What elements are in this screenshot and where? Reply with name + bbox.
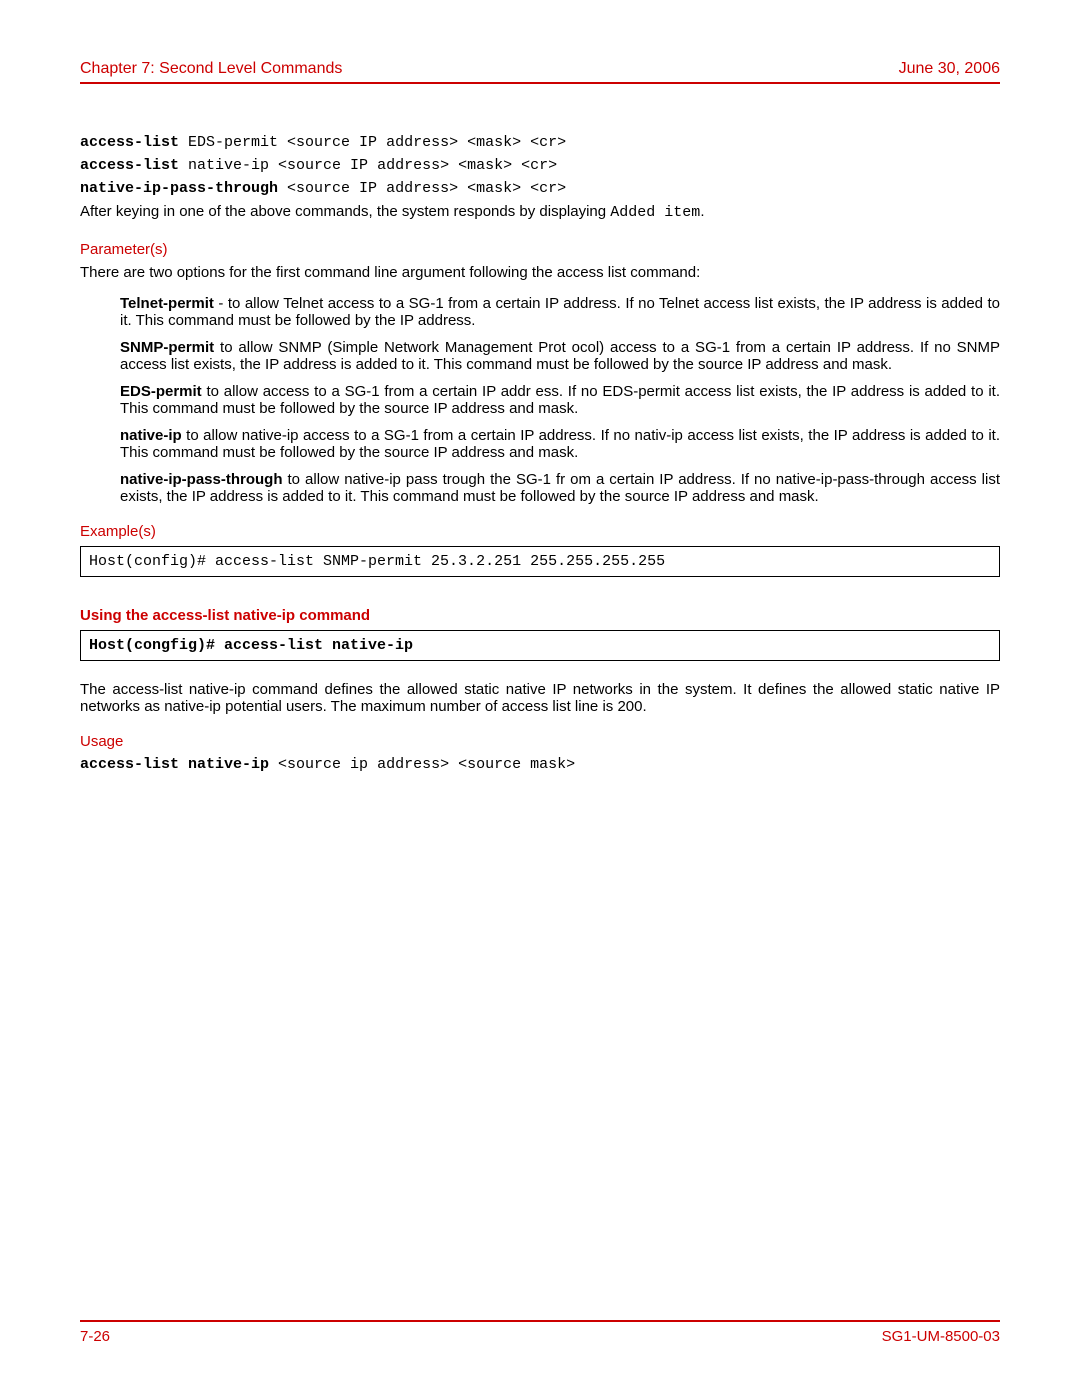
page-footer: 7-26 SG1-UM-8500-03 xyxy=(80,1320,1000,1345)
cmd-keyword: native-ip-pass-through xyxy=(80,180,278,197)
definition-telnet-permit: Telnet-permit - to allow Telnet access t… xyxy=(120,295,1000,329)
chapter-title: Chapter 7: Second Level Commands xyxy=(80,60,342,78)
command-line-3: native-ip-pass-through <source IP addres… xyxy=(80,180,1000,197)
term-body: to allow SNMP (Simple Network Management… xyxy=(120,339,1000,373)
usage-command: access-list native-ip <source ip address… xyxy=(80,756,1000,773)
document-id: SG1-UM-8500-03 xyxy=(882,1328,1000,1345)
after-note: After keying in one of the above command… xyxy=(80,203,1000,221)
term-body: to allow access to a SG-1 from a certain… xyxy=(120,383,1000,417)
definition-snmp-permit: SNMP-permit to allow SNMP (Simple Networ… xyxy=(120,339,1000,373)
definition-native-ip-pass-through: native-ip-pass-through to allow native-i… xyxy=(120,471,1000,505)
term: Telnet-permit xyxy=(120,295,214,312)
parameters-heading: Parameter(s) xyxy=(80,241,1000,258)
definition-native-ip: native-ip to allow native-ip access to a… xyxy=(120,427,1000,461)
term-body: - to allow Telnet access to a SG-1 from … xyxy=(120,295,1000,329)
term-body: to allow native-ip access to a SG-1 from… xyxy=(120,427,1000,461)
usage-keyword: access-list native-ip xyxy=(80,756,278,773)
content: access-list EDS-permit <source IP addres… xyxy=(80,84,1000,773)
examples-heading: Example(s) xyxy=(80,523,1000,540)
subsection-description: The access-list native-ip command define… xyxy=(80,681,1000,715)
page-number: 7-26 xyxy=(80,1328,110,1345)
term: native-ip-pass-through xyxy=(120,471,283,488)
example-codebox: Host(config)# access-list SNMP-permit 25… xyxy=(80,546,1000,577)
after-code: Added item xyxy=(610,204,700,221)
header-date: June 30, 2006 xyxy=(899,60,1000,78)
page: Chapter 7: Second Level Commands June 30… xyxy=(0,0,1080,1397)
cmd-args: EDS-permit <source IP address> <mask> <c… xyxy=(179,134,566,151)
cmd-keyword: access-list xyxy=(80,134,179,151)
command-line-1: access-list EDS-permit <source IP addres… xyxy=(80,134,1000,151)
parameters-intro: There are two options for the first comm… xyxy=(80,264,1000,281)
subsection-codebox: Host(congfig)# access-list native-ip xyxy=(80,630,1000,661)
page-header: Chapter 7: Second Level Commands June 30… xyxy=(80,60,1000,84)
parameter-definitions: Telnet-permit - to allow Telnet access t… xyxy=(80,295,1000,505)
subsection-heading: Using the access-list native-ip command xyxy=(80,607,1000,624)
command-line-2: access-list native-ip <source IP address… xyxy=(80,157,1000,174)
after-text-2: . xyxy=(700,203,704,220)
usage-heading: Usage xyxy=(80,733,1000,750)
usage-args: <source ip address> <source mask> xyxy=(278,756,575,773)
term: SNMP-permit xyxy=(120,339,214,356)
after-text-1: After keying in one of the above command… xyxy=(80,203,610,220)
term: native-ip xyxy=(120,427,182,444)
cmd-args: <source IP address> <mask> <cr> xyxy=(278,180,566,197)
definition-eds-permit: EDS-permit to allow access to a SG-1 fro… xyxy=(120,383,1000,417)
cmd-args: native-ip <source IP address> <mask> <cr… xyxy=(179,157,557,174)
cmd-keyword: access-list xyxy=(80,157,179,174)
term: EDS-permit xyxy=(120,383,202,400)
